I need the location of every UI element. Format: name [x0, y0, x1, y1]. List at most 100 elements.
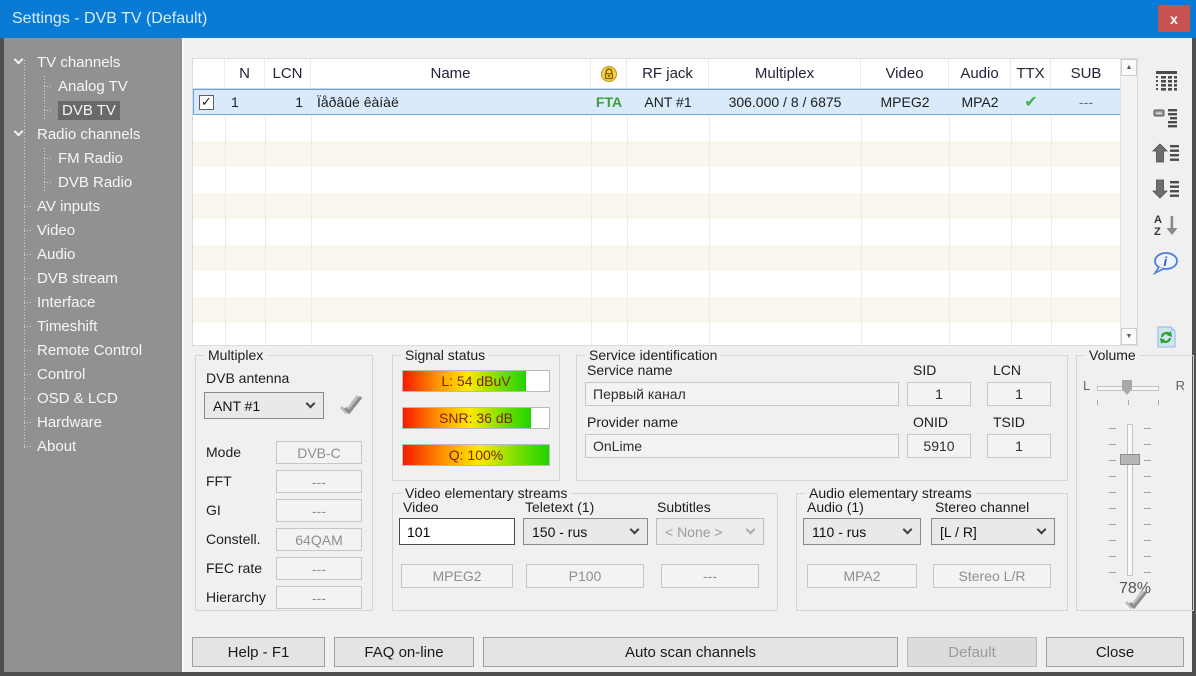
fft-value: --- — [276, 470, 362, 493]
constellation-label: Constell. — [206, 531, 260, 547]
channel-row[interactable]: ✓ 1 1 Ïåðâûé êàíàë FTA ANT #1 306.000 / … — [193, 89, 1137, 115]
teletext-label: Teletext (1) — [525, 499, 594, 515]
channel-list-icon[interactable] — [1150, 66, 1182, 96]
col-lcn[interactable]: LCN — [265, 59, 311, 88]
video-streams-group: Video elementary streams Video Teletext … — [392, 493, 778, 611]
tsid-value: 1 — [987, 434, 1051, 458]
auto-scan-button[interactable]: Auto scan channels — [483, 637, 898, 667]
lcn-value: 1 — [987, 382, 1051, 406]
onid-value: 5910 — [907, 434, 971, 458]
col-name[interactable]: Name — [311, 59, 591, 88]
cell-lcn: 1 — [265, 89, 311, 115]
col-encryption[interactable] — [591, 59, 627, 88]
sidebar-item-tv-channels[interactable]: TV channels — [4, 50, 182, 74]
settings-tree: TV channels Analog TV DVB TV Radio chann… — [4, 50, 182, 458]
titlebar: Settings - DVB TV (Default) x — [0, 0, 1196, 38]
sidebar-item-timeshift[interactable]: Timeshift — [4, 314, 182, 338]
sidebar-item-control[interactable]: Control — [4, 362, 182, 386]
provider-name-label: Provider name — [587, 414, 678, 430]
col-video[interactable]: Video — [861, 59, 949, 88]
video-pid-label: Video — [403, 499, 439, 515]
col-n[interactable]: N — [225, 59, 265, 88]
default-button: Default — [907, 637, 1037, 667]
dvb-antenna-label: DVB antenna — [206, 370, 289, 386]
chevron-down-icon — [14, 127, 24, 137]
apply-antenna-icon[interactable] — [336, 392, 364, 423]
hierarchy-label: Hierarchy — [206, 589, 266, 605]
service-identification-title: Service identification — [585, 347, 721, 363]
fec-rate-label: FEC rate — [206, 560, 262, 576]
sidebar-item-av-inputs[interactable]: AV inputs — [4, 194, 182, 218]
sidebar-item-dvb-radio[interactable]: DVB Radio — [4, 170, 182, 194]
service-identification-group: Service identification Service name SID … — [576, 355, 1068, 481]
teletext-select[interactable]: 150 - rus — [523, 518, 648, 545]
chevron-down-icon — [903, 524, 913, 534]
balance-left-label: L — [1083, 378, 1090, 393]
volume-slider[interactable] — [1127, 424, 1133, 576]
sidebar-item-audio[interactable]: Audio — [4, 242, 182, 266]
channel-checkbox[interactable]: ✓ — [199, 95, 214, 110]
close-window-button[interactable]: x — [1158, 5, 1190, 32]
cell-sub: --- — [1051, 89, 1121, 115]
lock-icon — [600, 65, 618, 83]
video-pid-input[interactable]: 101 — [399, 518, 515, 545]
sidebar-item-hardware[interactable]: Hardware — [4, 410, 182, 434]
stereo-channel-select[interactable]: [L / R] — [931, 518, 1055, 545]
stereo-channel-label: Stereo channel — [935, 499, 1029, 515]
sidebar-item-fm-radio[interactable]: FM Radio — [4, 146, 182, 170]
teletext-page-value: P100 — [526, 564, 644, 588]
cell-multiplex: 306.000 / 8 / 6875 — [709, 89, 861, 115]
table-scrollbar[interactable]: ▲ ▼ — [1120, 59, 1137, 345]
signal-level-bar: L: 54 dBuV — [402, 370, 550, 392]
col-select[interactable] — [193, 59, 225, 88]
sidebar-item-radio-channels[interactable]: Radio channels — [4, 122, 182, 146]
sidebar-item-dvb-tv[interactable]: DVB TV — [4, 98, 182, 122]
service-name-label: Service name — [587, 362, 673, 378]
signal-level-text: L: 54 dBuV — [403, 371, 549, 391]
refresh-epg-icon[interactable] — [1150, 322, 1182, 352]
help-button[interactable]: Help - F1 — [192, 637, 325, 667]
col-ttx[interactable]: TTX — [1011, 59, 1051, 88]
apply-volume-icon[interactable] — [1121, 588, 1149, 617]
provider-name-value: OnLime — [585, 434, 899, 458]
scroll-down-button[interactable]: ▼ — [1121, 328, 1137, 345]
insert-channel-icon[interactable] — [1150, 102, 1182, 132]
audio-select[interactable]: 110 - rus — [803, 518, 921, 545]
multiplex-group-title: Multiplex — [204, 347, 267, 363]
move-channel-up-icon[interactable] — [1150, 138, 1182, 168]
channel-info-icon[interactable]: i — [1150, 248, 1182, 278]
sidebar-item-osd-lcd[interactable]: OSD & LCD — [4, 386, 182, 410]
balance-slider-thumb[interactable] — [1122, 380, 1132, 395]
audio-codec-value: MPA2 — [807, 564, 917, 588]
svg-text:Z: Z — [1154, 226, 1161, 238]
sidebar-item-interface[interactable]: Interface — [4, 290, 182, 314]
sidebar-item-analog-tv[interactable]: Analog TV — [4, 74, 182, 98]
faq-button[interactable]: FAQ on-line — [334, 637, 474, 667]
cell-fta-badge: FTA — [591, 89, 627, 115]
col-audio[interactable]: Audio — [949, 59, 1011, 88]
footer-buttons: Help - F1 FAQ on-line Auto scan channels… — [192, 637, 1184, 667]
chevron-down-icon — [630, 524, 640, 534]
mode-value: DVB-C — [276, 441, 362, 464]
dvb-antenna-select[interactable]: ANT #1 — [204, 392, 324, 419]
chevron-down-icon — [306, 398, 316, 408]
col-sub[interactable]: SUB — [1051, 59, 1121, 88]
video-codec-value: MPEG2 — [401, 564, 513, 588]
col-rf-jack[interactable]: RF jack — [627, 59, 709, 88]
sidebar-item-remote-control[interactable]: Remote Control — [4, 338, 182, 362]
scroll-up-button[interactable]: ▲ — [1121, 59, 1137, 76]
constellation-value: 64QAM — [276, 528, 362, 551]
cell-name: Ïåðâûé êàíàë — [311, 89, 591, 115]
scroll-down-icon: ▼ — [1126, 333, 1133, 340]
sidebar-item-about[interactable]: About — [4, 434, 182, 458]
sidebar-item-video[interactable]: Video — [4, 218, 182, 242]
close-button[interactable]: Close — [1046, 637, 1184, 667]
volume-slider-thumb[interactable] — [1120, 454, 1140, 465]
sort-az-icon[interactable]: A Z — [1150, 210, 1182, 240]
tsid-label: TSID — [993, 414, 1025, 430]
move-channel-down-icon[interactable] — [1150, 174, 1182, 204]
col-multiplex[interactable]: Multiplex — [709, 59, 861, 88]
onid-label: ONID — [913, 414, 948, 430]
subtitles-select: < None > — [656, 518, 764, 545]
sidebar-item-dvb-stream[interactable]: DVB stream — [4, 266, 182, 290]
